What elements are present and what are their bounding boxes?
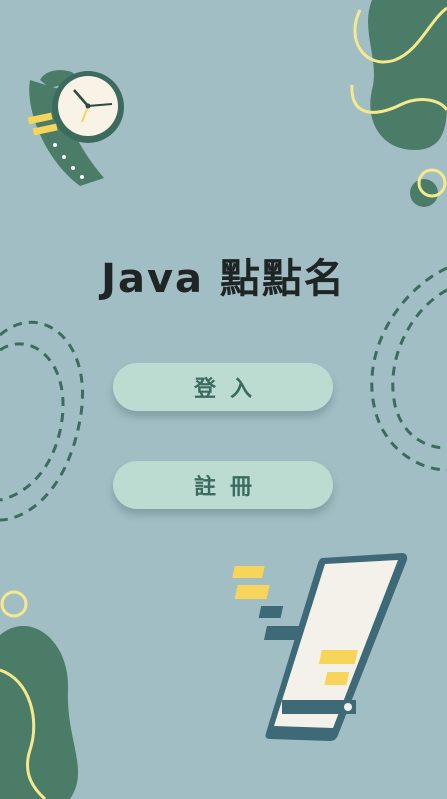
left-dashed-line-decoration <box>0 320 84 522</box>
bottom-left-blob-decoration <box>0 590 79 799</box>
phone-chat-icon <box>232 553 408 741</box>
register-button[interactable]: 註冊 <box>113 461 333 509</box>
login-button[interactable]: 登入 <box>113 363 333 411</box>
register-button-label: 註冊 <box>193 475 266 500</box>
login-button-label: 登入 <box>193 377 266 402</box>
app-title: Java 點點名 <box>101 256 346 302</box>
top-right-blob-decoration <box>350 0 447 207</box>
watch-icon <box>27 70 124 186</box>
